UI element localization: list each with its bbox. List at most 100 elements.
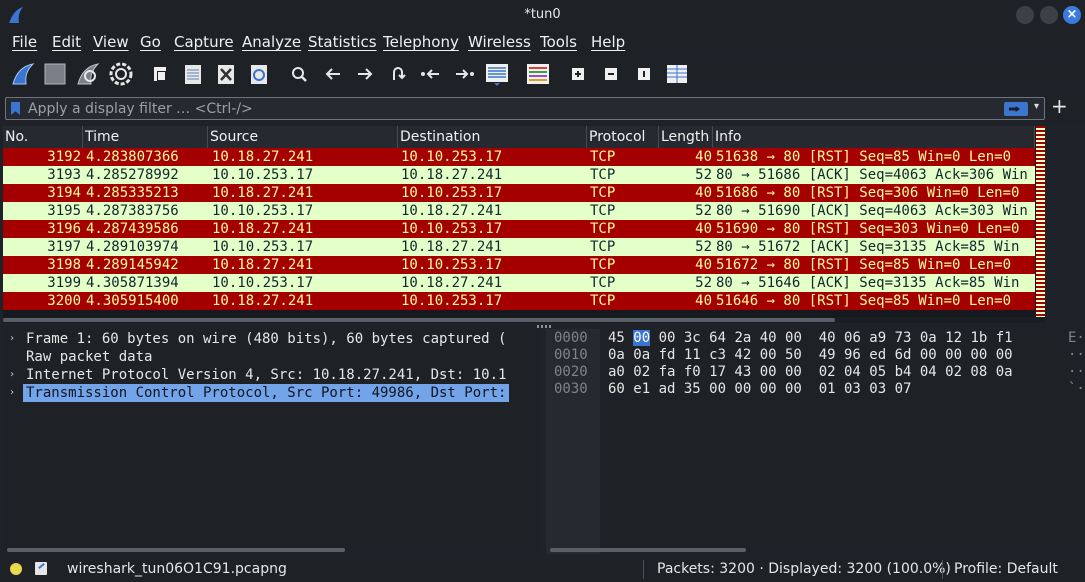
menu-file[interactable]: File (12, 33, 37, 51)
add-filter-button-plus-icon[interactable]: + (1051, 96, 1068, 116)
packet-cell-no: 3194 (47, 185, 81, 201)
packet-count-status: Packets: 3200 · Displayed: 3200 (100.0%) (657, 561, 951, 577)
go-to-packet-icon[interactable] (385, 61, 411, 87)
packet-cell-dst: 10.18.27.241 (401, 203, 503, 219)
packet-row[interactable]: 3200 4.305915400 10.18.27.241 10.10.253.17 T… (3, 292, 1035, 310)
filter-history-dropdown-icon[interactable]: ▾ (1034, 101, 1039, 112)
packet-cell-src: 10.18.27.241 (212, 293, 314, 309)
apply-filter-arrow-icon[interactable] (1004, 102, 1028, 116)
packet-bytes-pane[interactable]: 0000 45 00 00 3c 64 2a 40 00 40 06 a9 73 … (546, 329, 1085, 554)
packet-cell-time: 4.305915400 (86, 293, 179, 309)
packet-row[interactable]: 3199 4.305871394 10.10.253.17 10.18.27.241 T… (3, 274, 1035, 292)
menu-statistics[interactable]: Statistics (308, 33, 377, 51)
column-header-no[interactable]: No. (3, 126, 83, 148)
menu-view[interactable]: View (93, 33, 129, 51)
resize-columns-icon[interactable] (664, 61, 690, 87)
packet-row[interactable]: 3192 4.283807366 10.18.27.241 10.10.253.17 T… (3, 148, 1035, 166)
hex-bytes[interactable]: 45 00 00 3c 64 2a 40 00 40 06 a9 73 0a 1… (608, 330, 1013, 347)
packet-list-minimap-scrollbar[interactable] (1036, 126, 1045, 317)
column-header-length[interactable]: Length (659, 126, 713, 148)
expand-chevron-icon[interactable]: › (9, 384, 15, 402)
reload-file-icon[interactable] (246, 61, 272, 87)
restart-capture-icon[interactable] (75, 61, 101, 87)
packet-row[interactable]: 3194 4.285335213 10.18.27.241 10.10.253.17 T… (3, 184, 1035, 202)
save-file-icon[interactable] (180, 61, 206, 87)
minimize-button[interactable] (1016, 6, 1034, 24)
capture-comment-icon[interactable] (35, 562, 47, 575)
close-window-button[interactable]: × (1063, 6, 1081, 24)
details-tree-item[interactable]: › Frame 1: 60 bytes on wire (480 bits), 6… (3, 330, 540, 348)
autoscroll-icon[interactable] (484, 61, 510, 87)
packet-cell-len: 52 (695, 239, 712, 255)
menu-tools[interactable]: Tools (540, 33, 577, 51)
menu-bar: File Edit View Go Capture Analyze Statistics Te… (0, 30, 1085, 54)
packet-cell-dst: 10.10.253.17 (401, 149, 503, 165)
capture-options-gear-icon[interactable] (108, 61, 134, 87)
zoom-in-icon[interactable] (565, 61, 591, 87)
hex-dump-row: 0010 0a 0a fd 11 c3 42 00 50 49 96 ed 6d … (546, 347, 1085, 364)
expand-chevron-icon[interactable]: › (9, 330, 15, 348)
packet-cell-len: 52 (695, 167, 712, 183)
menu-go[interactable]: Go (140, 33, 161, 51)
expert-info-icon[interactable] (10, 563, 22, 575)
pane-splitter-handle[interactable] (537, 325, 551, 328)
zoom-out-icon[interactable] (598, 61, 624, 87)
go-forward-icon[interactable] (352, 61, 378, 87)
find-packet-icon[interactable] (286, 61, 312, 87)
hex-bytes[interactable]: 0a 0a fd 11 c3 42 00 50 49 96 ed 6d 00 0… (608, 347, 1013, 364)
details-tree-item[interactable]: Raw packet data (3, 348, 540, 366)
menu-analyze[interactable]: Analyze (242, 33, 301, 51)
menu-telephony[interactable]: Telephony (383, 33, 459, 51)
column-header-info[interactable]: Info (713, 126, 1035, 148)
go-back-icon[interactable] (320, 61, 346, 87)
details-tree-label: Raw packet data (26, 349, 153, 365)
column-header-protocol[interactable]: Protocol (587, 126, 659, 148)
packet-cell-info: 51672 → 80 [RST] Seq=85 Win=0 Len=0 (716, 257, 1012, 273)
bytes-hscrollbar[interactable] (546, 547, 1085, 553)
packet-list-hscrollbar[interactable] (3, 317, 1045, 323)
expand-chevron-icon[interactable]: › (9, 366, 15, 384)
maximize-button[interactable] (1040, 6, 1058, 24)
hex-dump-row: 0020 a0 02 fa f0 17 43 00 00 02 04 05 b4 … (546, 364, 1085, 381)
packet-cell-info: 80 → 51672 [ACK] Seq=3135 Ack=85 Win (716, 239, 1020, 255)
packet-cell-src: 10.18.27.241 (212, 221, 314, 237)
packet-row[interactable]: 3197 4.289103974 10.10.253.17 10.18.27.241 T… (3, 238, 1035, 256)
ascii-dump: ·· (1068, 364, 1085, 380)
packet-cell-proto: TCP (590, 275, 616, 291)
packet-details-tree[interactable]: › Frame 1: 60 bytes on wire (480 bits), 6… (3, 329, 540, 554)
packet-cell-len: 40 (695, 257, 712, 273)
display-filter-input[interactable] (28, 99, 988, 118)
packet-row[interactable]: 3198 4.289145942 10.18.27.241 10.10.253.17 T… (3, 256, 1035, 274)
shark-fin-start-icon[interactable] (10, 61, 36, 87)
profile-status[interactable]: Profile: Default (954, 561, 1058, 577)
packet-row[interactable]: 3196 4.287439586 10.18.27.241 10.10.253.17 T… (3, 220, 1035, 238)
menu-wireless[interactable]: Wireless (468, 33, 531, 51)
menu-help[interactable]: Help (591, 33, 625, 51)
close-file-icon[interactable] (213, 61, 239, 87)
selected-byte-highlight[interactable]: 00 (633, 330, 651, 346)
menu-capture[interactable]: Capture (174, 33, 234, 51)
go-first-packet-icon[interactable] (418, 61, 444, 87)
open-file-icon[interactable] (147, 61, 173, 87)
packet-row[interactable]: 3193 4.285278992 10.10.253.17 10.18.27.241 T… (3, 166, 1035, 184)
column-header-destination[interactable]: Destination (398, 126, 587, 148)
packet-cell-info: 51646 → 80 [RST] Seq=85 Win=0 Len=0 (716, 293, 1012, 309)
filter-bookmark-icon[interactable] (11, 102, 20, 115)
hex-bytes[interactable]: a0 02 fa f0 17 43 00 00 02 04 05 b4 04 0… (608, 364, 1013, 381)
details-tree-item[interactable]: › Internet Protocol Version 4, Src: 10.18… (3, 366, 540, 384)
go-last-packet-icon[interactable] (451, 61, 477, 87)
packet-cell-no: 3195 (47, 203, 81, 219)
menu-edit[interactable]: Edit (52, 33, 81, 51)
stop-capture-icon[interactable] (42, 61, 68, 87)
packet-list[interactable]: No. Time Source Destination Protocol Length In… (3, 126, 1045, 317)
packet-cell-time: 4.287439586 (86, 221, 179, 237)
column-header-time[interactable]: Time (83, 126, 208, 148)
packet-row[interactable]: 3195 4.287383756 10.10.253.17 10.18.27.241 T… (3, 202, 1035, 220)
hex-bytes[interactable]: 60 e1 ad 35 00 00 00 00 01 03 03 07 (608, 381, 911, 398)
details-tree-item[interactable]: › Transmission Control Protocol, Src Port… (3, 384, 540, 402)
normal-size-icon[interactable] (631, 61, 657, 87)
packet-cell-info: 80 → 51690 [ACK] Seq=4063 Ack=303 Win (716, 203, 1028, 219)
colorize-icon[interactable] (525, 61, 551, 87)
details-hscrollbar[interactable] (3, 547, 540, 553)
column-header-source[interactable]: Source (208, 126, 398, 148)
